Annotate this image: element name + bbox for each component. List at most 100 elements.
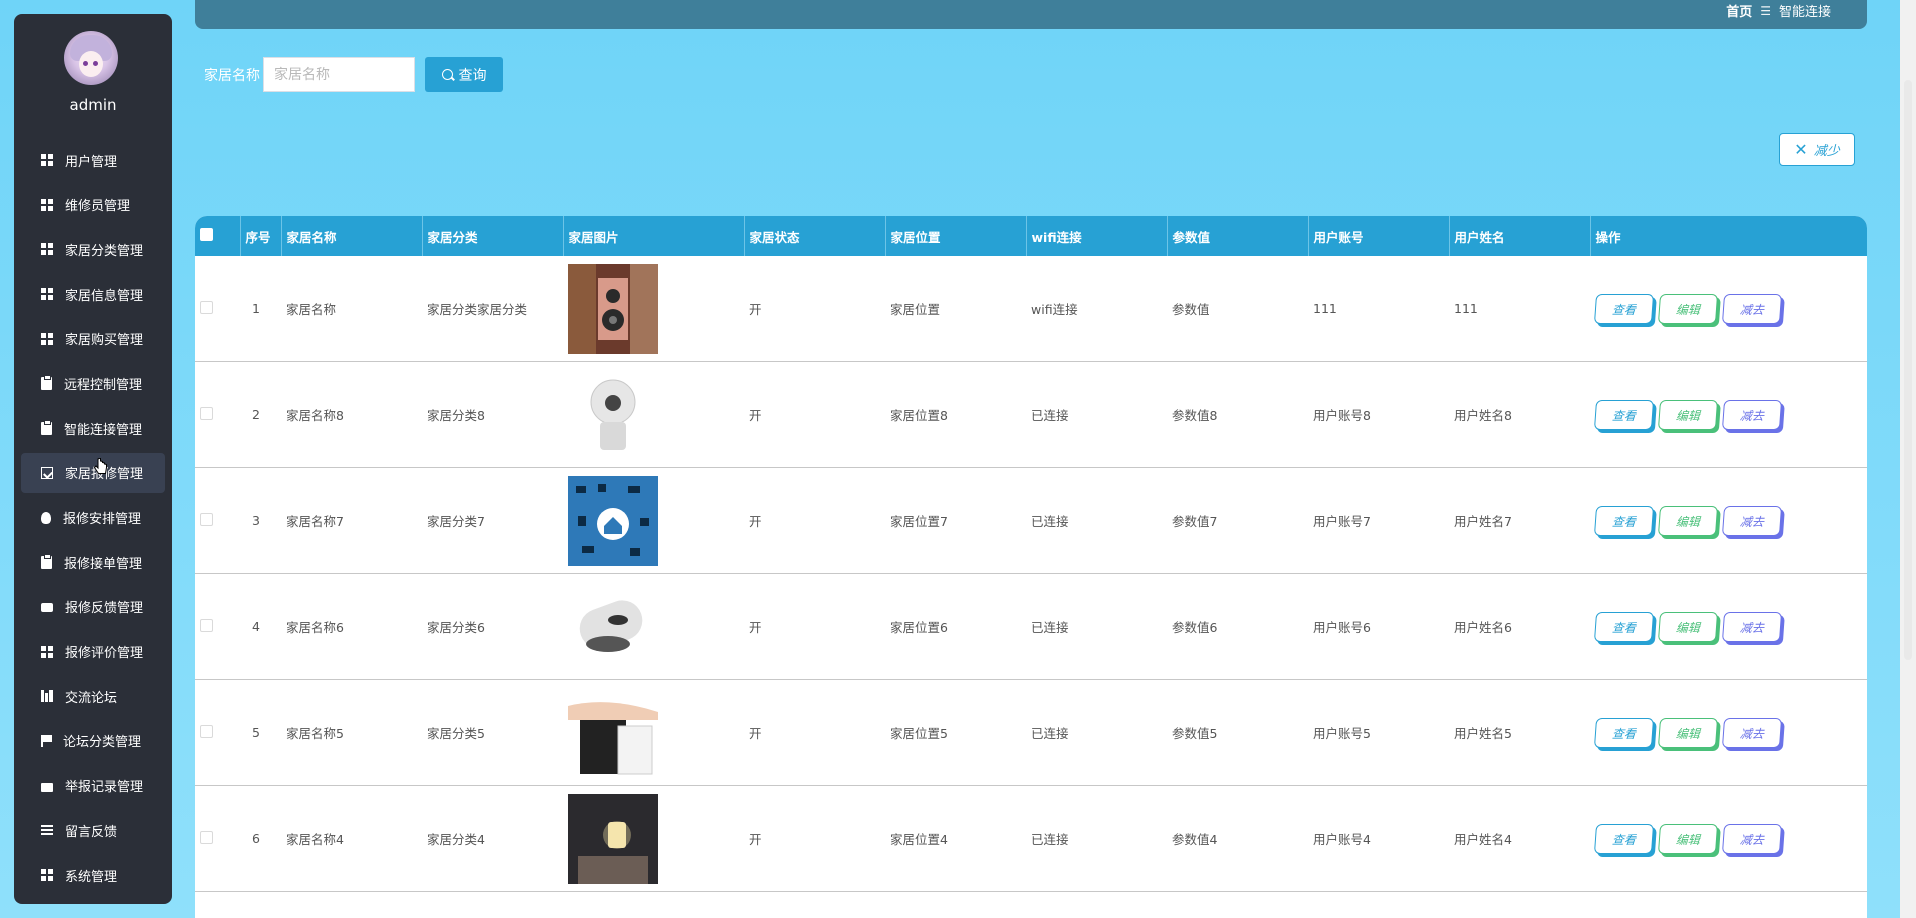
edit-button[interactable]: 编辑 [1657,717,1719,748]
cell-account: 用户账号5 [1308,679,1449,786]
cell-image [563,573,744,680]
sidebar-item-3[interactable]: 家居信息管理 [21,274,165,314]
grid-icon [41,869,53,881]
edit-button[interactable]: 编辑 [1657,823,1719,854]
cell-actions: 查看 编辑 减去 [1590,679,1867,786]
sidebar-item-1[interactable]: 维修员管理 [21,185,165,225]
sidebar-item-5[interactable]: 远程控制管理 [21,363,165,403]
row-checkbox[interactable] [200,618,213,632]
night-light-image[interactable] [568,793,658,884]
cell-username: 用户姓名8 [1449,361,1590,468]
cell-wifi: 已连接 [1026,361,1167,468]
sidebar-item-14[interactable]: 举报记录管理 [21,766,165,806]
sidebar-item-11[interactable]: 报修评价管理 [21,632,165,672]
projector-image[interactable] [568,687,658,778]
cell-actions: 查看 编辑 减去 [1590,573,1867,680]
batch-reduce-button[interactable]: ✕ 减少 [1779,133,1855,166]
window-robot-image[interactable] [568,581,658,672]
row-checkbox[interactable] [200,512,213,526]
bulb-icon [41,511,51,524]
row-checkbox[interactable] [200,724,213,738]
row-checkbox[interactable] [200,830,213,844]
view-button[interactable]: 查看 [1593,505,1655,536]
edit-button[interactable]: 编辑 [1657,399,1719,430]
sidebar-item-label: 维修员管理 [65,199,131,215]
cell-username: 用户姓名7 [1449,467,1590,574]
column-header-6: wifi连接 [1026,216,1168,256]
speaker-image[interactable] [568,263,658,354]
grid-icon [41,645,53,658]
sidebar-item-15[interactable]: 留言反馈 [21,810,165,850]
row-select-cell[interactable] [195,256,240,362]
table-row: 2 家居名称8 家居分类8 开家居位置8 已连接 参数值8 用户账号8 用户姓名8 查看 编辑 减去 [195,361,1867,468]
row-checkbox[interactable] [200,300,213,314]
sidebar-item-4[interactable]: 家居购买管理 [21,319,165,359]
sidebar-item-2[interactable]: 家居分类管理 [21,229,165,269]
view-button[interactable]: 查看 [1593,611,1655,642]
avatar[interactable] [64,31,118,85]
cell-wifi: 已连接 [1026,467,1167,574]
page-scrollbar[interactable] [1904,80,1912,660]
sidebar-item-9[interactable]: 报修接单管理 [21,542,165,582]
select-all-checkbox[interactable] [200,228,213,241]
view-button[interactable]: 查看 [1593,399,1655,430]
sidebar-item-10[interactable]: 报修反馈管理 [21,587,165,627]
data-table: 序号 家居名称 家居分类 家居图片 家居状态 家居位置 wifi连接 参数值 用户账号 用户姓名操… [195,216,1867,918]
delete-button[interactable]: 减去 [1721,823,1783,854]
edit-button[interactable]: 编辑 [1657,611,1719,642]
cell-location: 家居位置6 [885,573,1026,680]
sidebar-item-16[interactable]: 系统管理 [21,855,165,895]
cell-category: 家居分类8 [422,361,563,468]
query-button-label: 查询 [458,67,487,84]
cell-param: 参数值6 [1167,573,1308,680]
cell-account: 111 [1308,256,1449,362]
sidebar-item-6[interactable]: 智能连接管理 [21,408,165,448]
row-select-cell[interactable] [195,785,240,892]
sidebar-item-8[interactable]: 报修安排管理 [21,498,165,538]
cell-name: 家居名称6 [281,573,422,680]
cell-category: 家居分类5 [422,679,563,786]
sidebar: admin 用户管理 维修员管理 家居分类管理 家居信息管理 家居购买管理 远程控制管理智… [14,14,172,904]
cell-status: 开 [744,467,885,574]
delete-button[interactable]: 减去 [1721,399,1783,430]
smart-home-image[interactable] [568,475,658,566]
row-select-cell[interactable] [195,679,240,786]
cell-image [563,467,744,574]
edit-button[interactable]: 编辑 [1657,505,1719,536]
row-select-cell[interactable] [195,467,240,574]
view-button[interactable]: 查看 [1593,823,1655,854]
cell-actions: 查看 编辑 减去 [1590,361,1867,468]
cell-status: 开 [744,679,885,786]
cell-param: 参数值5 [1167,679,1308,786]
row-select-cell[interactable] [195,573,240,680]
row-checkbox[interactable] [200,406,213,420]
delete-button[interactable]: 减去 [1721,293,1783,324]
sidebar-item-label: 报修安排管理 [63,512,142,527]
cell-wifi: 已连接 [1026,573,1167,680]
cell-account: 用户账号6 [1308,573,1449,680]
delete-button[interactable]: 减去 [1721,611,1783,642]
row-select-cell[interactable] [195,361,240,468]
view-button[interactable]: 查看 [1593,717,1655,748]
delete-button[interactable]: 减去 [1721,717,1783,748]
sidebar-item-label: 报修评价管理 [65,646,144,662]
view-button[interactable]: 查看 [1593,293,1655,324]
briefcase-icon [41,782,53,792]
breadcrumb-home[interactable]: 首页 [1726,1,1752,20]
edit-button[interactable]: 编辑 [1657,293,1719,324]
cell-name: 家居名称7 [281,467,422,574]
sidebar-item-7[interactable]: 家居报修管理 [21,452,165,493]
search-input[interactable] [263,57,415,92]
table-row: 6 家居名称4 家居分类4 开家居位置4 已连接 参数值4 用户账号4 用户姓名4 查看 编辑 减去 [195,785,1867,892]
cell-category: 家居分类6 [422,573,563,680]
query-button[interactable]: 查询 [425,57,503,92]
delete-button[interactable]: 减去 [1721,505,1783,536]
cell-no: 2 [240,361,281,468]
sidebar-item-0[interactable]: 用户管理 [21,140,165,180]
select-all-cell[interactable] [195,216,241,256]
column-header-3: 家居图片 [563,216,745,256]
sidebar-item-12[interactable]: 交流论坛 [21,676,165,716]
camera-image[interactable] [568,369,658,460]
table-row: 4 家居名称6 家居分类6 开家居位置6 已连接 参数值6 用户账号6 用户姓名6 查看 编辑 减去 [195,573,1867,680]
sidebar-item-13[interactable]: 论坛分类管理 [21,721,165,761]
